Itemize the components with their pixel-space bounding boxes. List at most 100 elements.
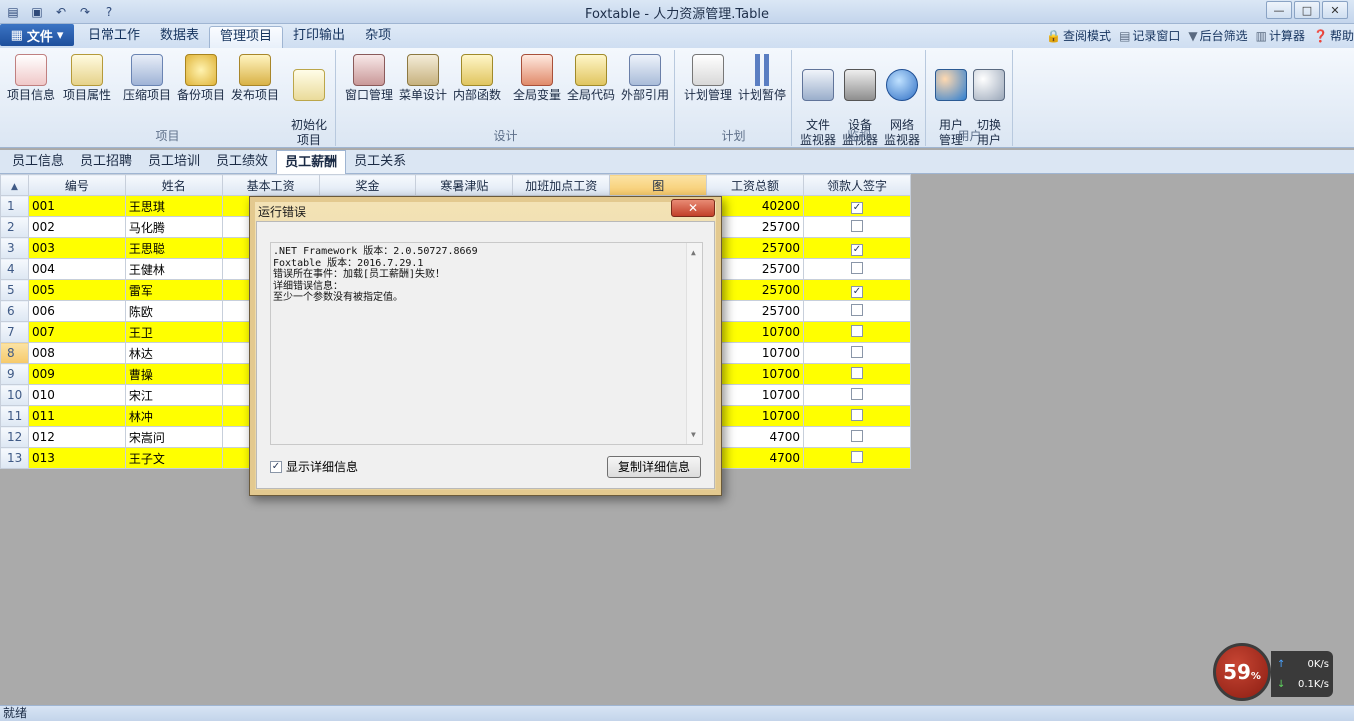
scroll-up-icon[interactable]: ▲ [691, 247, 696, 259]
row-header[interactable]: 6 [0, 300, 29, 322]
signed-checkbox[interactable] [851, 450, 863, 463]
select-all-corner[interactable]: ▲ [0, 174, 29, 196]
project-properties-button[interactable]: 项目属性 [60, 54, 114, 103]
network-speed-widget[interactable]: 59% ↑ 0K/s ↓ 0.1K/s [1213, 643, 1333, 703]
sheet-tab-employee-info[interactable]: 员工信息 [4, 150, 72, 174]
cell-signed[interactable] [803, 405, 911, 427]
column-header[interactable]: 领款人签字 [803, 174, 911, 196]
row-header[interactable]: 9 [0, 363, 29, 385]
cell-code[interactable]: 010 [27, 384, 126, 406]
column-header[interactable]: 工资总额 [706, 174, 804, 196]
maximize-button[interactable]: □ [1294, 1, 1320, 19]
tab-misc[interactable]: 杂项 [355, 26, 401, 48]
column-header[interactable]: 奖金 [318, 174, 417, 196]
tab-daily-work[interactable]: 日常工作 [78, 26, 150, 48]
sheet-tab-salary[interactable]: 员工薪酬 [276, 150, 347, 174]
cell-signed[interactable] [803, 300, 911, 322]
device-monitor-button[interactable]: 设备 监视器 [839, 54, 881, 163]
publish-project-button[interactable]: 发布项目 [228, 54, 282, 103]
cell-signed[interactable] [803, 342, 911, 364]
view-mode-button[interactable]: 🔒 查阅模式 [1046, 27, 1111, 44]
column-header[interactable]: 加班加点工资 [512, 174, 611, 196]
column-header[interactable]: 图 [609, 174, 708, 196]
signed-checkbox[interactable] [851, 408, 863, 421]
cell-code[interactable]: 006 [27, 300, 126, 322]
global-variables-button[interactable]: 全局变量 [509, 54, 565, 103]
file-monitor-button[interactable]: 文件 监视器 [797, 54, 839, 163]
cell-code[interactable]: 001 [27, 195, 126, 217]
cell-signed[interactable] [803, 216, 911, 238]
column-header[interactable]: 寒暑津贴 [415, 174, 514, 196]
cell-code[interactable]: 009 [27, 363, 126, 385]
cell-signed[interactable] [803, 447, 911, 469]
tab-manage-project[interactable]: 管理项目 [209, 26, 284, 48]
cell-signed[interactable] [803, 258, 911, 280]
signed-checkbox[interactable] [851, 219, 863, 232]
network-monitor-button[interactable]: 网络 监视器 [881, 54, 923, 163]
user-manage-button[interactable]: 用户 管理 [931, 54, 971, 163]
row-header[interactable]: 13 [0, 447, 29, 469]
sheet-tab-training[interactable]: 员工培训 [140, 150, 208, 174]
window-manage-button[interactable]: 窗口管理 [341, 54, 397, 103]
error-details-textbox[interactable]: .NET Framework 版本：2.0.50727.8669 Foxtabl… [270, 242, 703, 445]
signed-checkbox[interactable] [851, 303, 863, 316]
cell-code[interactable]: 011 [27, 405, 126, 427]
cell-name[interactable]: 林达 [124, 342, 223, 364]
copy-details-button[interactable]: 复制详细信息 [607, 456, 701, 478]
row-header[interactable]: 2 [0, 216, 29, 238]
cell-name[interactable]: 林冲 [124, 405, 223, 427]
show-details-checkbox[interactable]: ✓ [270, 460, 282, 473]
cell-code[interactable]: 012 [27, 426, 126, 448]
row-header[interactable]: 1 [0, 195, 29, 217]
scroll-down-icon[interactable]: ▼ [691, 429, 696, 441]
cell-name[interactable]: 宋江 [124, 384, 223, 406]
file-menu-button[interactable]: ▦ 文件 ▾ [0, 24, 74, 46]
cell-code[interactable]: 004 [27, 258, 126, 280]
cell-code[interactable]: 008 [27, 342, 126, 364]
row-header[interactable]: 10 [0, 384, 29, 406]
calculator-button[interactable]: ▥ 计算器 [1256, 27, 1305, 44]
signed-checkbox[interactable] [851, 387, 863, 400]
cell-name[interactable]: 王子文 [124, 447, 223, 469]
signed-checkbox[interactable] [851, 366, 863, 379]
external-reference-button[interactable]: 外部引用 [617, 54, 673, 103]
tab-data-table[interactable]: 数据表 [150, 26, 209, 48]
tab-print-output[interactable]: 打印输出 [283, 26, 355, 48]
show-details-toggle[interactable]: ✓ 显示详细信息 [270, 458, 358, 475]
signed-checkbox[interactable]: ✓ [851, 285, 863, 298]
row-header[interactable]: 11 [0, 405, 29, 427]
column-header[interactable]: 姓名 [124, 174, 223, 196]
signed-checkbox[interactable]: ✓ [851, 201, 863, 214]
backup-project-button[interactable]: 备份项目 [174, 54, 228, 103]
plan-pause-button[interactable]: 计划暂停 [734, 54, 790, 103]
cell-name[interactable]: 曹操 [124, 363, 223, 385]
close-button[interactable]: ✕ [1322, 1, 1348, 19]
sheet-tab-recruitment[interactable]: 员工招聘 [72, 150, 140, 174]
global-code-button[interactable]: 全局代码 [563, 54, 619, 103]
signed-checkbox[interactable] [851, 429, 863, 442]
cell-signed[interactable]: ✓ [803, 237, 911, 259]
initialize-project-button[interactable]: 初始化 项目 [286, 54, 332, 163]
cell-name[interactable]: 王思琪 [124, 195, 223, 217]
menu-design-button[interactable]: 菜单设计 [395, 54, 451, 103]
row-header[interactable]: 4 [0, 258, 29, 280]
cell-code[interactable]: 007 [27, 321, 126, 343]
project-info-button[interactable]: 项目信息 [4, 54, 58, 103]
dialog-close-button[interactable]: ✕ [671, 199, 715, 217]
compress-project-button[interactable]: 压缩项目 [120, 54, 174, 103]
column-header[interactable]: 编号 [27, 174, 126, 196]
cell-name[interactable]: 陈欧 [124, 300, 223, 322]
cell-signed[interactable] [803, 426, 911, 448]
record-window-button[interactable]: ▤ 记录窗口 [1119, 27, 1180, 44]
row-header[interactable]: 3 [0, 237, 29, 259]
signed-checkbox[interactable] [851, 324, 863, 337]
sheet-tab-relations[interactable]: 员工关系 [346, 150, 414, 174]
cell-code[interactable]: 003 [27, 237, 126, 259]
minimize-button[interactable]: — [1266, 1, 1292, 19]
row-header[interactable]: 12 [0, 426, 29, 448]
cell-signed[interactable] [803, 363, 911, 385]
cell-signed[interactable]: ✓ [803, 279, 911, 301]
signed-checkbox[interactable]: ✓ [851, 243, 863, 256]
textbox-scrollbar[interactable]: ▲ ▼ [686, 243, 702, 444]
signed-checkbox[interactable] [851, 345, 863, 358]
